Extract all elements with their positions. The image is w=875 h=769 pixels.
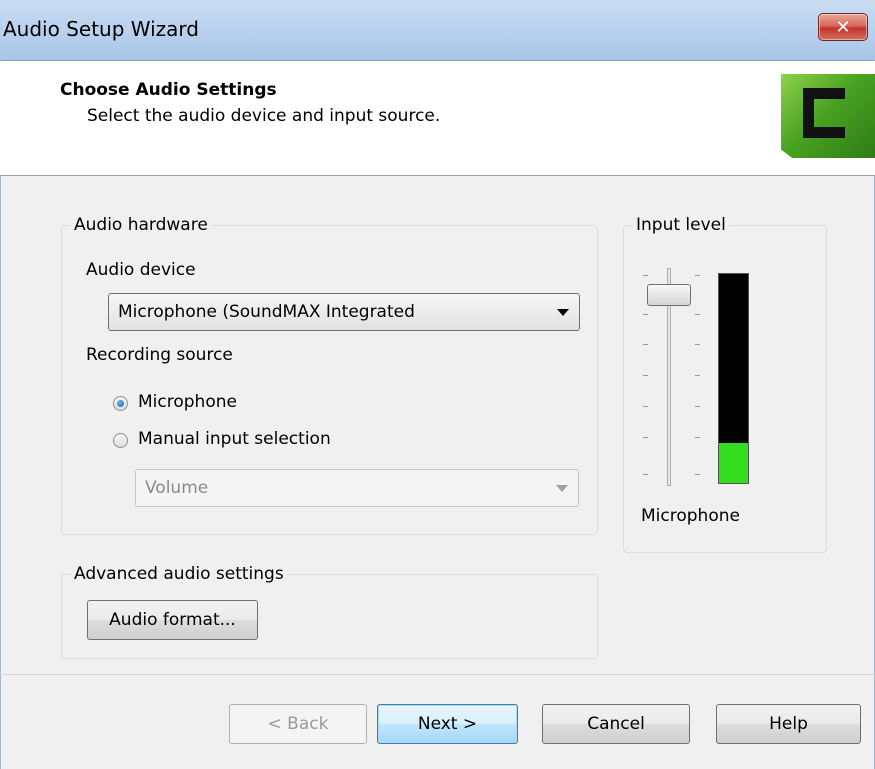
slider-tick	[695, 474, 700, 475]
chevron-down-icon	[556, 485, 568, 492]
slider-tick	[643, 375, 648, 376]
chevron-down-icon	[557, 309, 569, 316]
help-button[interactable]: Help	[716, 704, 861, 744]
input-level-caption: Microphone	[641, 506, 740, 526]
radio-manual-input-label[interactable]: Manual input selection	[138, 429, 331, 449]
cancel-button[interactable]: Cancel	[542, 704, 690, 744]
slider-tick	[643, 406, 648, 407]
recording-source-label: Recording source	[86, 345, 233, 365]
close-icon: ✕	[835, 16, 851, 38]
close-button[interactable]: ✕	[818, 13, 868, 41]
input-level-legend: Input level	[636, 215, 726, 235]
slider-tick	[643, 314, 648, 315]
slider-tick	[695, 406, 700, 407]
back-button[interactable]: < Back	[229, 704, 367, 744]
slider-tick	[643, 437, 648, 438]
input-selection-select[interactable]: Volume	[135, 469, 579, 507]
radio-microphone[interactable]	[113, 396, 128, 411]
slider-tick	[643, 344, 648, 345]
slider-tick	[695, 275, 700, 276]
wizard-header: Choose Audio Settings Select the audio d…	[0, 61, 875, 176]
input-level-slider-thumb[interactable]	[647, 284, 691, 306]
advanced-audio-legend: Advanced audio settings	[74, 564, 284, 584]
input-selection-value: Volume	[145, 478, 209, 498]
input-level-meter	[718, 273, 749, 484]
slider-tick	[695, 344, 700, 345]
window-title: Audio Setup Wizard	[3, 17, 199, 41]
audio-format-button[interactable]: Audio format...	[87, 600, 258, 640]
slider-tick	[643, 474, 648, 475]
slider-tick	[643, 275, 648, 276]
audio-device-label: Audio device	[86, 260, 196, 280]
page-title: Choose Audio Settings	[60, 80, 277, 100]
slider-tick	[695, 314, 700, 315]
radio-manual-input[interactable]	[113, 433, 128, 448]
audio-device-value: Microphone (SoundMAX Integrated	[118, 302, 415, 322]
page-subtitle: Select the audio device and input source…	[87, 106, 441, 126]
app-logo-letter	[803, 88, 845, 138]
slider-tick	[695, 375, 700, 376]
input-level-meter-fill	[719, 443, 748, 483]
slider-tick	[695, 437, 700, 438]
footer-divider	[0, 674, 875, 675]
audio-device-select[interactable]: Microphone (SoundMAX Integrated	[108, 293, 580, 331]
next-button[interactable]: Next >	[377, 704, 518, 744]
title-bar: Audio Setup Wizard ✕	[0, 0, 875, 61]
audio-hardware-legend: Audio hardware	[74, 215, 208, 235]
radio-microphone-label[interactable]: Microphone	[138, 392, 237, 412]
